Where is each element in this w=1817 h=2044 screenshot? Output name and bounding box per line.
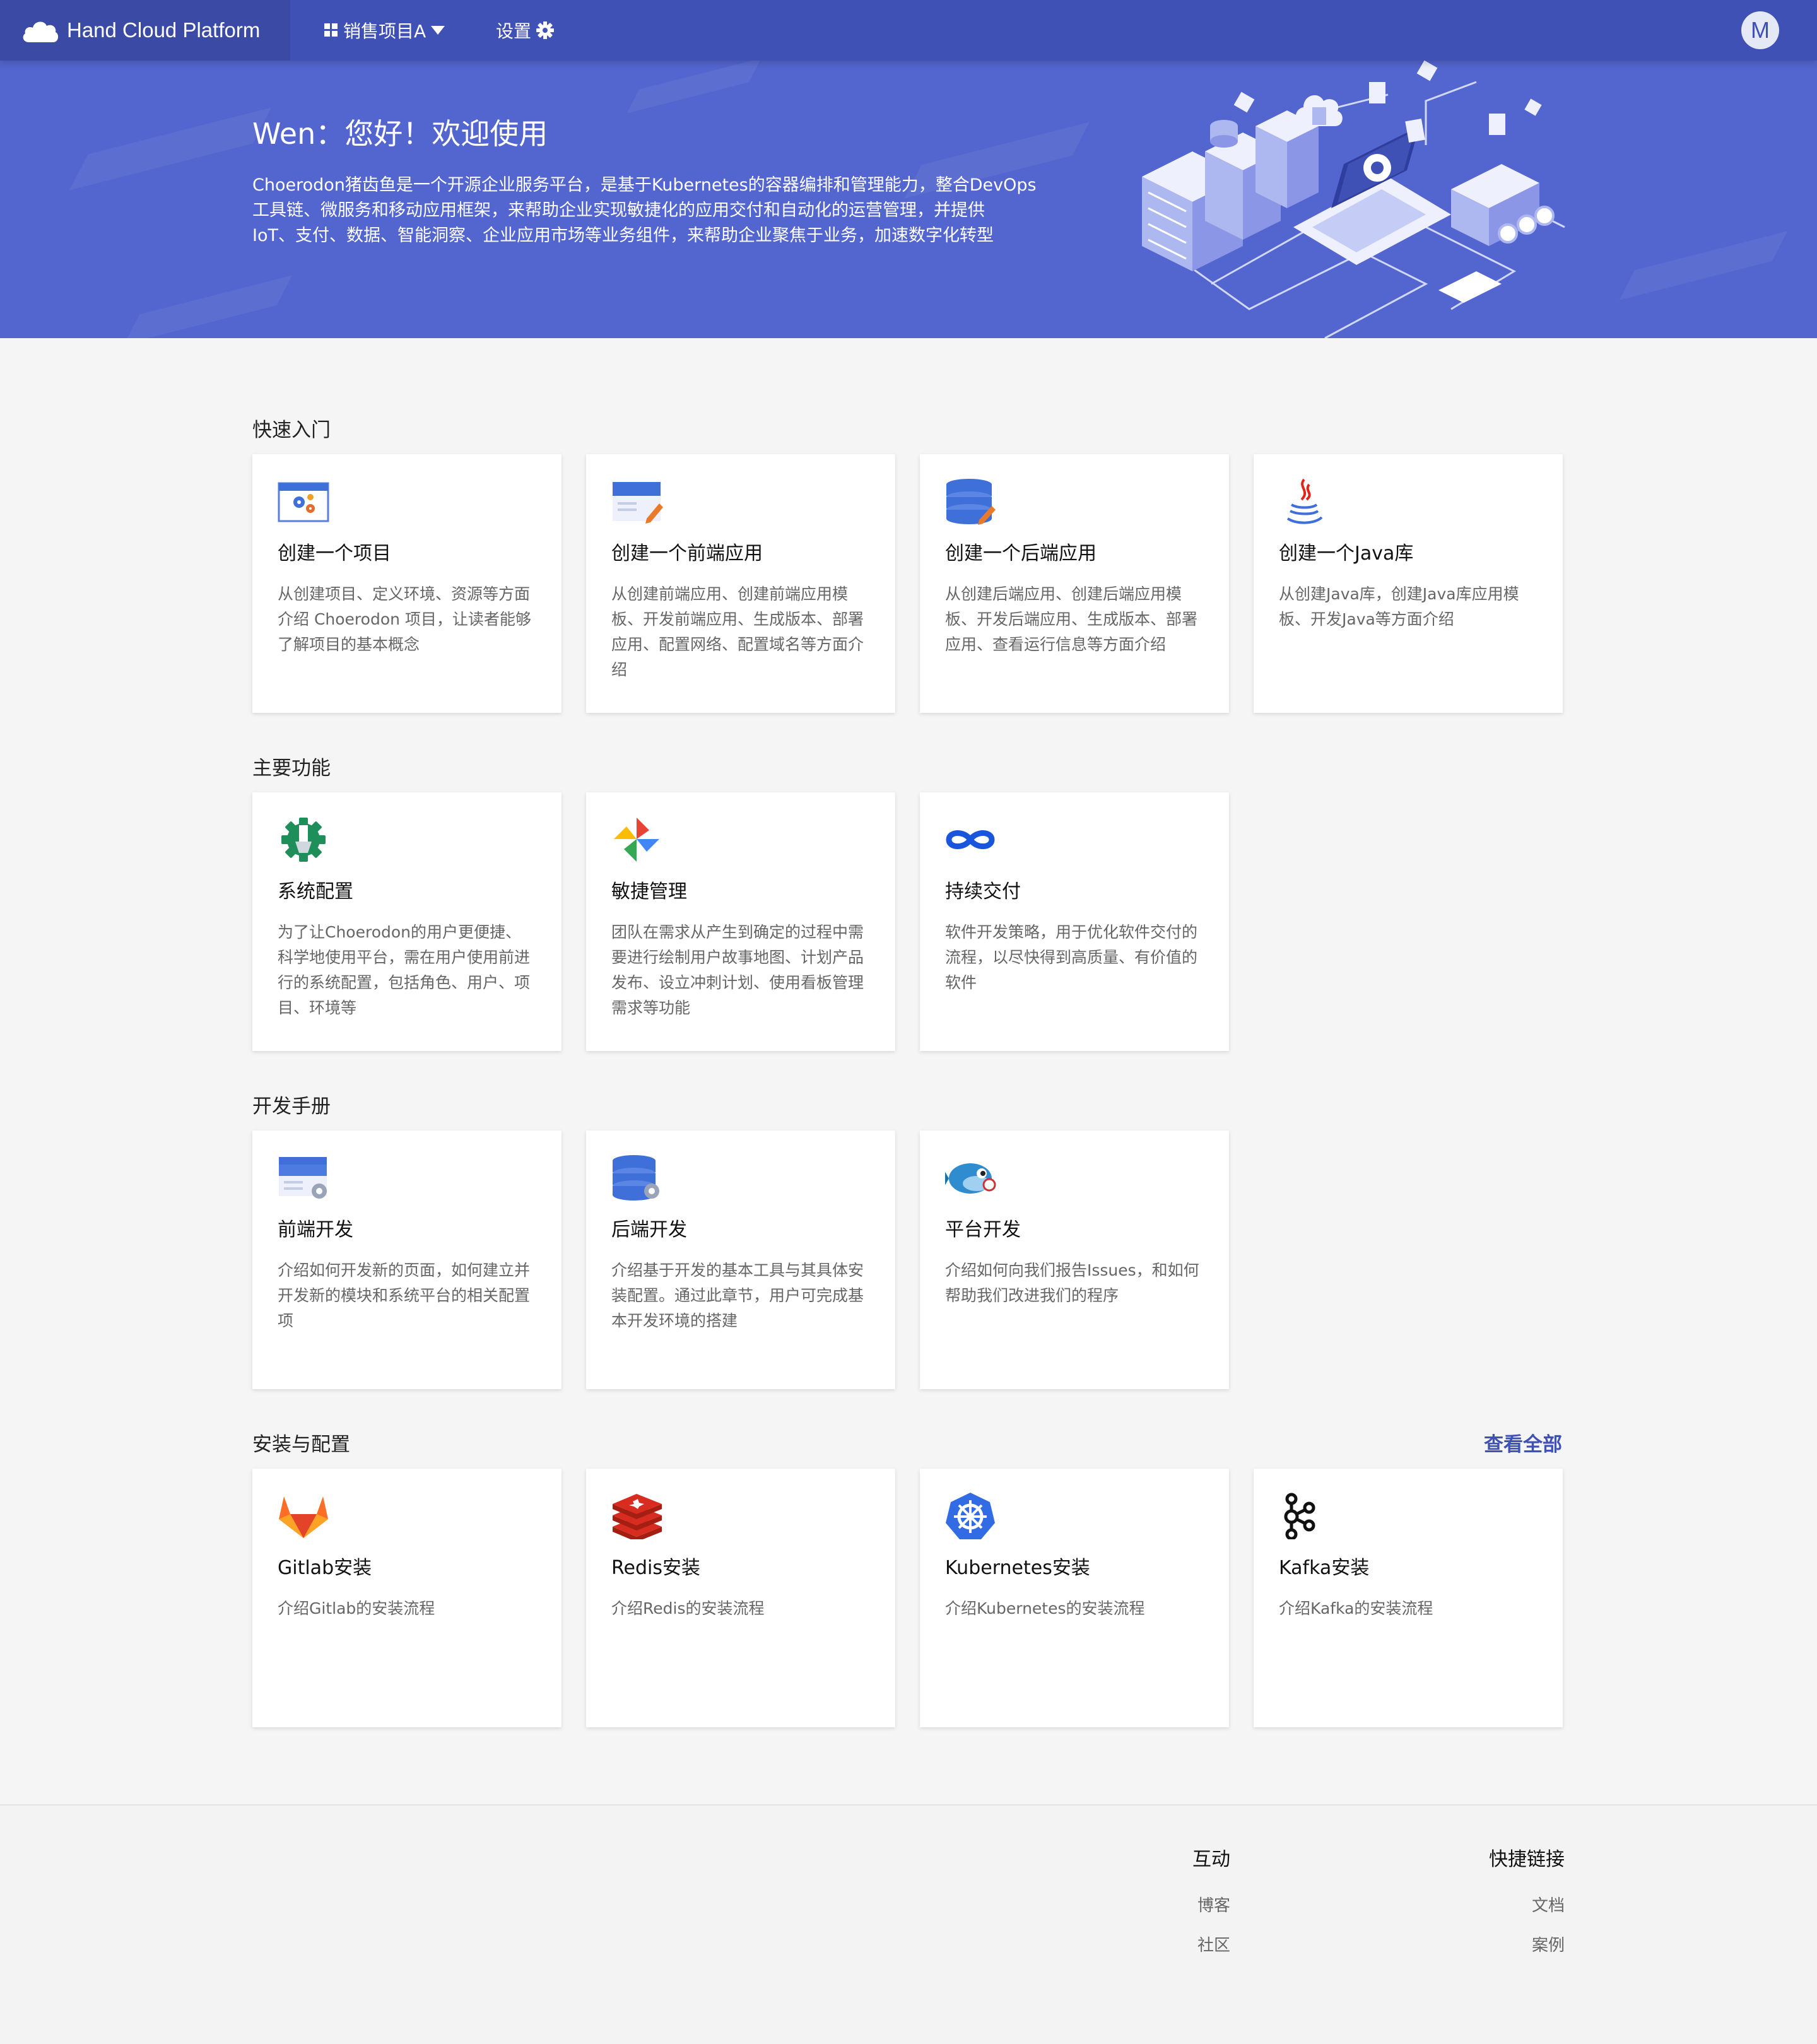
- card-description: 介绍如何向我们报告Issues，和如何帮助我们改进我们的程序: [945, 1261, 1199, 1305]
- card-kubernetes-install[interactable]: Kubernetes安装 介绍Kubernetes的安装流程: [920, 1469, 1229, 1727]
- kafka-icon: [1284, 1493, 1315, 1539]
- card-description: 介绍Redis的安装流程: [611, 1599, 765, 1618]
- brand-title: Hand Cloud Platform: [67, 18, 261, 42]
- database-edit-icon: [946, 479, 996, 525]
- section-title-dev-manual: 开发手册: [252, 1095, 331, 1118]
- footer-heading: 快捷链接: [1489, 1848, 1565, 1871]
- welcome-description-line: Choerodon猪齿鱼是一个开源企业服务平台，是基于Kubernetes的容器…: [252, 175, 1037, 195]
- card-create-frontend-app[interactable]: 创建一个前端应用 从创建前端应用、创建前端应用模板、开发前端应用、生成版本、部署…: [586, 454, 895, 713]
- footer-link-community[interactable]: 社区: [1186, 1932, 1230, 1956]
- card-title: Kubernetes安装: [945, 1557, 1090, 1579]
- card-description: 从创建前端应用、创建前端应用模板、开发前端应用、生成版本、部署应用、配置网络、配…: [611, 585, 864, 679]
- browser-gear-icon: [279, 1157, 327, 1199]
- banner-decoration: [1619, 231, 1788, 300]
- card-system-config[interactable]: 系统配置 为了让Choerodon的用户更便捷、科学地使用平台，需在用户使用前进…: [252, 792, 562, 1051]
- card-title: 后端开发: [611, 1219, 687, 1241]
- card-gitlab-install[interactable]: Gitlab安装 介绍Gitlab的安装流程: [252, 1469, 562, 1727]
- pinwheel-icon: [614, 818, 659, 862]
- user-avatar[interactable]: M: [1741, 11, 1779, 49]
- gear-icon: [281, 818, 326, 862]
- top-navigation-bar: Hand Cloud Platform 销售项目A 设置 M: [0, 0, 1817, 61]
- welcome-banner: Wen：您好！欢迎使用 Choerodon猪齿鱼是一个开源企业服务平台，是基于K…: [0, 61, 1817, 338]
- card-title: Gitlab安装: [278, 1557, 372, 1579]
- card-title: 创建一个前端应用: [611, 543, 763, 565]
- java-icon: [1286, 478, 1323, 524]
- card-description: 为了让Choerodon的用户更便捷、科学地使用平台，需在用户使用前进行的系统配…: [278, 923, 531, 1017]
- card-create-java-library[interactable]: 创建一个Java库 从创建Java库，创建Java库应用模板、开发Java等方面…: [1254, 454, 1563, 713]
- card-description: 从创建Java库，创建Java库应用模板、开发Java等方面介绍: [1279, 585, 1519, 628]
- section-title-install: 安装与配置: [252, 1433, 350, 1456]
- frontend-edit-icon: [613, 482, 663, 524]
- card-title: 平台开发: [945, 1219, 1021, 1241]
- settings-label: 设置: [496, 21, 532, 42]
- footer-link-docs[interactable]: 文档: [1476, 1893, 1565, 1916]
- card-continuous-delivery[interactable]: 持续交付 软件开发策略，用于优化软件交付的流程，以尽快得到高质量、有价值的软件: [920, 792, 1229, 1051]
- card-description: 从创建项目、定义环境、资源等方面介绍 Choerodon 项目，让读者能够了解项…: [278, 585, 531, 654]
- card-create-backend-app[interactable]: 创建一个后端应用 从创建后端应用、创建后端应用模板、开发后端应用、生成版本、部署…: [920, 454, 1229, 713]
- card-backend-dev[interactable]: 后端开发 介绍基于开发的基本工具与其具体安装配置。通过此章节，用户可完成基本开发…: [586, 1131, 895, 1389]
- card-description: 团队在需求从产生到确定的过程中需要进行绘制用户故事地图、计划产品发布、设立冲刺计…: [611, 923, 864, 1017]
- brand[interactable]: Hand Cloud Platform: [0, 0, 290, 61]
- card-title: 系统配置: [278, 881, 353, 903]
- footer-link-cases[interactable]: 案例: [1476, 1932, 1565, 1956]
- card-description: 从创建后端应用、创建后端应用模板、开发后端应用、生成版本、部署应用、查看运行信息…: [945, 585, 1198, 654]
- card-description: 介绍Kubernetes的安装流程: [945, 1599, 1145, 1618]
- card-title: 前端开发: [278, 1219, 353, 1241]
- card-title: 创建一个项目: [278, 543, 391, 565]
- cloud-logo-icon: [23, 21, 59, 42]
- footer-column-quick-links: 快捷链接 文档 案例: [1476, 1843, 1565, 1956]
- welcome-description-line: 工具链、微服务和移动应用框架，来帮助企业实现敏捷化的应用交付和自动化的运营管理，…: [252, 201, 985, 220]
- card-title: 持续交付: [945, 881, 1021, 903]
- footer-link-blog[interactable]: 博客: [1186, 1893, 1230, 1916]
- card-title: 敏捷管理: [611, 881, 687, 903]
- footer-column-interact: 互动 博客 社区: [1186, 1843, 1230, 1956]
- gear-icon: [536, 21, 555, 39]
- database-gear-icon: [613, 1155, 659, 1201]
- card-kafka-install[interactable]: Kafka安装 介绍Kafka的安装流程: [1254, 1469, 1563, 1727]
- card-title: Kafka安装: [1279, 1557, 1370, 1579]
- welcome-description-line: IoT、支付、数据、智能洞察、企业应用市场等业务组件，来帮助企业聚焦于业务，加速…: [252, 226, 994, 245]
- caret-down-icon: [431, 26, 445, 35]
- section-title-main-features: 主要功能: [252, 757, 331, 780]
- banner-decoration: [124, 275, 293, 338]
- infinity-icon: [946, 830, 995, 849]
- card-title: Redis安装: [611, 1557, 700, 1579]
- card-redis-install[interactable]: Redis安装 介绍Redis的安装流程: [586, 1469, 895, 1727]
- view-all-link[interactable]: 查看全部: [1484, 1428, 1562, 1457]
- card-platform-dev[interactable]: 平台开发 介绍如何向我们报告Issues，和如何帮助我们改进我们的程序: [920, 1131, 1229, 1389]
- kubernetes-icon: [946, 1493, 995, 1539]
- card-description: 介绍Kafka的安装流程: [1279, 1599, 1433, 1618]
- fish-icon: [945, 1163, 996, 1194]
- card-description: 介绍如何开发新的页面，如何建立并开发新的模块和系统平台的相关配置项: [278, 1261, 531, 1330]
- card-description: 介绍基于开发的基本工具与其具体安装配置。通过此章节，用户可完成基本开发环境的搭建: [611, 1261, 864, 1330]
- settings-menu[interactable]: 设置: [496, 0, 559, 61]
- card-frontend-dev[interactable]: 前端开发 介绍如何开发新的页面，如何建立并开发新的模块和系统平台的相关配置项: [252, 1131, 562, 1389]
- section-title-quick-start: 快速入门: [252, 419, 331, 442]
- project-selector[interactable]: 销售项目A: [319, 0, 450, 61]
- card-agile-management[interactable]: 敏捷管理 团队在需求从产生到确定的过程中需要进行绘制用户故事地图、计划产品发布、…: [586, 792, 895, 1051]
- card-description: 软件开发策略，用于优化软件交付的流程，以尽快得到高质量、有价值的软件: [945, 923, 1198, 992]
- grid-icon: [324, 23, 338, 37]
- welcome-description: Choerodon猪齿鱼是一个开源企业服务平台，是基于Kubernetes的容器…: [252, 173, 1073, 249]
- project-settings-icon: [278, 482, 329, 522]
- footer: 互动 博客 社区 快捷链接 文档 案例: [0, 1804, 1817, 2044]
- project-selector-label: 销售项目A: [343, 21, 426, 42]
- cloud-platform-illustration: [1142, 61, 1565, 338]
- welcome-title: Wen：您好！欢迎使用: [252, 117, 548, 151]
- card-description: 介绍Gitlab的安装流程: [278, 1599, 435, 1618]
- banner-decoration: [626, 61, 761, 114]
- footer-heading: 互动: [1192, 1848, 1230, 1871]
- card-create-project[interactable]: 创建一个项目 从创建项目、定义环境、资源等方面介绍 Choerodon 项目，让…: [252, 454, 562, 713]
- card-title: 创建一个Java库: [1279, 543, 1414, 565]
- gitlab-icon: [279, 1496, 328, 1538]
- banner-decoration: [69, 107, 271, 191]
- card-title: 创建一个后端应用: [945, 543, 1097, 565]
- redis-icon: [613, 1494, 662, 1539]
